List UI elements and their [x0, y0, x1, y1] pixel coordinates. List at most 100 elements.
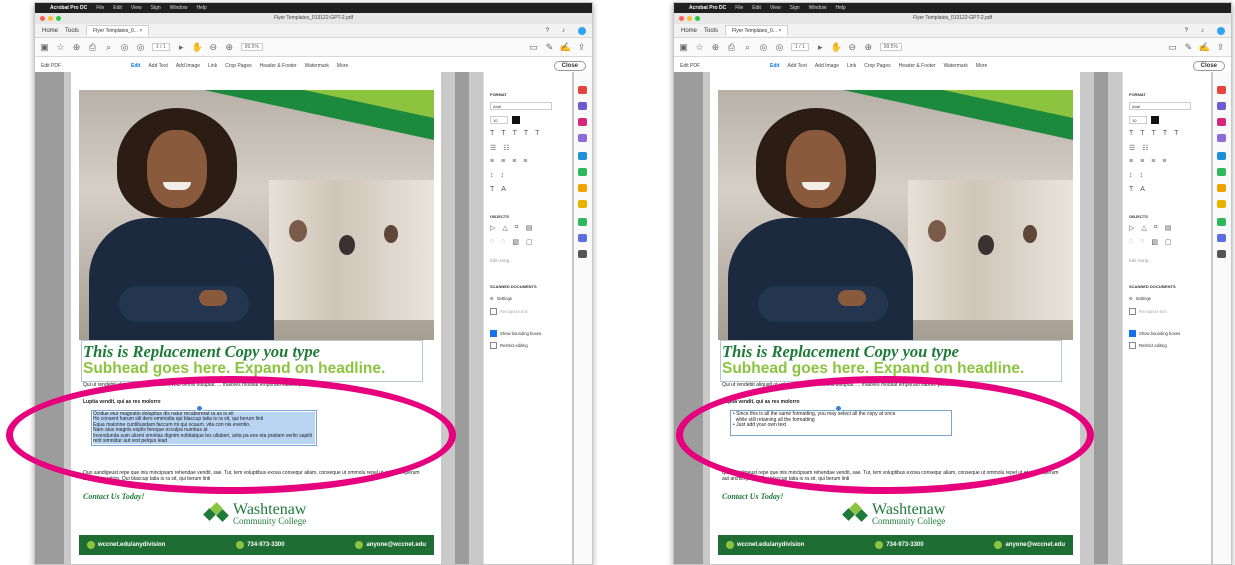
footer-email[interactable]: anyone@wccnet.edu — [366, 542, 426, 548]
scan-icon[interactable] — [578, 184, 587, 192]
menu-view[interactable]: View — [131, 5, 142, 11]
link-tool[interactable]: Link — [208, 63, 217, 69]
prev-page-icon[interactable]: ◎ — [120, 42, 129, 52]
create-icon[interactable]: ▣ — [679, 42, 688, 52]
contact-heading[interactable]: Contact Us Today! — [722, 492, 784, 501]
share-icon[interactable]: ⇪ — [577, 42, 586, 52]
hero-photo[interactable] — [718, 90, 1073, 340]
tab-home[interactable]: Home — [681, 28, 697, 34]
headline[interactable]: This is Replacement Copy you type — [83, 342, 320, 362]
hand-icon[interactable]: ✋ — [192, 42, 203, 52]
avatar[interactable] — [1217, 26, 1225, 35]
help-icon[interactable]: ? — [546, 28, 549, 34]
create-pdf-icon[interactable] — [1217, 102, 1226, 110]
tab-tools[interactable]: Tools — [65, 28, 79, 34]
add-text-tool[interactable]: Add Text — [787, 63, 806, 69]
menu-edit[interactable]: Edit — [113, 5, 122, 11]
share-icon[interactable]: ⇪ — [1216, 42, 1225, 52]
zoom-level[interactable]: 99.5% — [879, 43, 902, 51]
menu-window[interactable]: Window — [809, 5, 827, 11]
menu-app-name[interactable]: Acrobat Pro DC — [50, 5, 87, 11]
organize-icon[interactable] — [578, 168, 587, 176]
next-page-icon[interactable]: ◎ — [136, 42, 145, 52]
link-tool[interactable]: Link — [847, 63, 856, 69]
scroll-gutter[interactable] — [1094, 72, 1108, 564]
protect-icon[interactable] — [578, 200, 587, 208]
footer-phone[interactable]: 734-973-3300 — [247, 542, 284, 548]
checkbox-checked-icon[interactable] — [1129, 330, 1136, 337]
comment-icon[interactable]: ▭ — [529, 42, 538, 52]
footer-email[interactable]: anyone@wccnet.edu — [1005, 542, 1065, 548]
zoom-out-icon[interactable]: ⊖ — [848, 42, 857, 52]
upload-icon[interactable]: ⊕ — [711, 42, 720, 52]
crop-pages-tool[interactable]: Crop Pages — [864, 63, 890, 69]
select-icon[interactable]: ▸ — [816, 42, 825, 52]
sign-icon[interactable]: ✍ — [560, 42, 571, 52]
search-icon[interactable]: ⌕ — [104, 42, 113, 52]
export-pdf-icon[interactable] — [1217, 86, 1226, 94]
fill-sign-icon[interactable] — [578, 218, 587, 226]
hand-icon[interactable]: ✋ — [831, 42, 842, 52]
edit-tool[interactable]: Edit — [131, 63, 140, 69]
protect-icon[interactable] — [1217, 200, 1226, 208]
shield-icon[interactable] — [1217, 234, 1226, 242]
font-select[interactable]: Arial — [490, 102, 552, 110]
headline[interactable]: This is Replacement Copy you type — [722, 342, 959, 362]
create-icon[interactable]: ▣ — [40, 42, 49, 52]
checkbox-icon[interactable] — [490, 342, 497, 349]
footer-web[interactable]: wccnet.edu/anydivision — [737, 542, 804, 548]
hero-photo[interactable] — [79, 90, 434, 340]
pen-icon[interactable]: ✎ — [545, 42, 554, 52]
tab-document[interactable]: Flyer Templates_0... × — [86, 25, 150, 36]
menu-help[interactable]: Help — [196, 5, 206, 11]
bookmark-star-icon[interactable]: ☆ — [56, 42, 65, 52]
contact-heading[interactable]: Contact Us Today! — [83, 492, 145, 501]
page-counter[interactable]: 1 / 1 — [152, 43, 170, 51]
tab-home[interactable]: Home — [42, 28, 58, 34]
watermark-tool[interactable]: Watermark — [944, 63, 968, 69]
settings-link[interactable]: ⚙ Settings — [1129, 296, 1151, 301]
pen-icon[interactable]: ✎ — [1184, 42, 1193, 52]
restrict-editing[interactable]: Restrict editing — [1129, 342, 1167, 349]
print-icon[interactable]: ⎙ — [727, 42, 736, 52]
zoom-in-icon[interactable]: ⊕ — [864, 42, 873, 52]
close-button[interactable]: Close — [553, 60, 586, 71]
zoom-out-icon[interactable]: ⊖ — [209, 42, 218, 52]
create-pdf-icon[interactable] — [578, 102, 587, 110]
minimize-window-button[interactable] — [48, 16, 53, 21]
page-counter[interactable]: 1 / 1 — [791, 43, 809, 51]
menu-view[interactable]: View — [770, 5, 781, 11]
watermark-tool[interactable]: Watermark — [305, 63, 329, 69]
scan-icon[interactable] — [1217, 184, 1226, 192]
font-select[interactable]: Arial — [1129, 102, 1191, 110]
color-swatch[interactable] — [1151, 116, 1159, 124]
print-icon[interactable]: ⎙ — [88, 42, 97, 52]
header-footer-tool[interactable]: Header & Footer — [260, 63, 297, 69]
upload-icon[interactable]: ⊕ — [72, 42, 81, 52]
show-bounding-boxes[interactable]: Show bounding boxes — [490, 330, 541, 337]
avatar[interactable] — [578, 26, 586, 35]
zoom-level[interactable]: 99.5% — [240, 43, 263, 51]
minimize-window-button[interactable] — [687, 16, 692, 21]
combine-icon[interactable] — [1217, 152, 1226, 160]
edit-using[interactable]: Edit Using... — [1129, 258, 1152, 263]
crop-pages-tool[interactable]: Crop Pages — [225, 63, 251, 69]
shield-icon[interactable] — [578, 234, 587, 242]
settings-link[interactable]: ⚙ Settings — [490, 296, 512, 301]
restrict-editing[interactable]: Restrict editing — [490, 342, 528, 349]
recognize-text[interactable]: Recognize text — [490, 308, 528, 315]
add-text-tool[interactable]: Add Text — [148, 63, 167, 69]
edit-pdf-icon[interactable] — [1217, 118, 1226, 126]
prev-page-icon[interactable]: ◎ — [759, 42, 768, 52]
zoom-window-button[interactable] — [695, 16, 700, 21]
tab-document[interactable]: Flyer Templates_0... × — [725, 25, 789, 36]
menu-window[interactable]: Window — [170, 5, 188, 11]
zoom-in-icon[interactable]: ⊕ — [225, 42, 234, 52]
organize-icon[interactable] — [1217, 168, 1226, 176]
footer-web[interactable]: wccnet.edu/anydivision — [98, 542, 165, 548]
combine-icon[interactable] — [578, 152, 587, 160]
zoom-window-button[interactable] — [56, 16, 61, 21]
bell-icon[interactable]: ♪ — [1201, 28, 1204, 34]
menu-sign[interactable]: Sign — [151, 5, 161, 11]
menu-file[interactable]: File — [96, 5, 104, 11]
